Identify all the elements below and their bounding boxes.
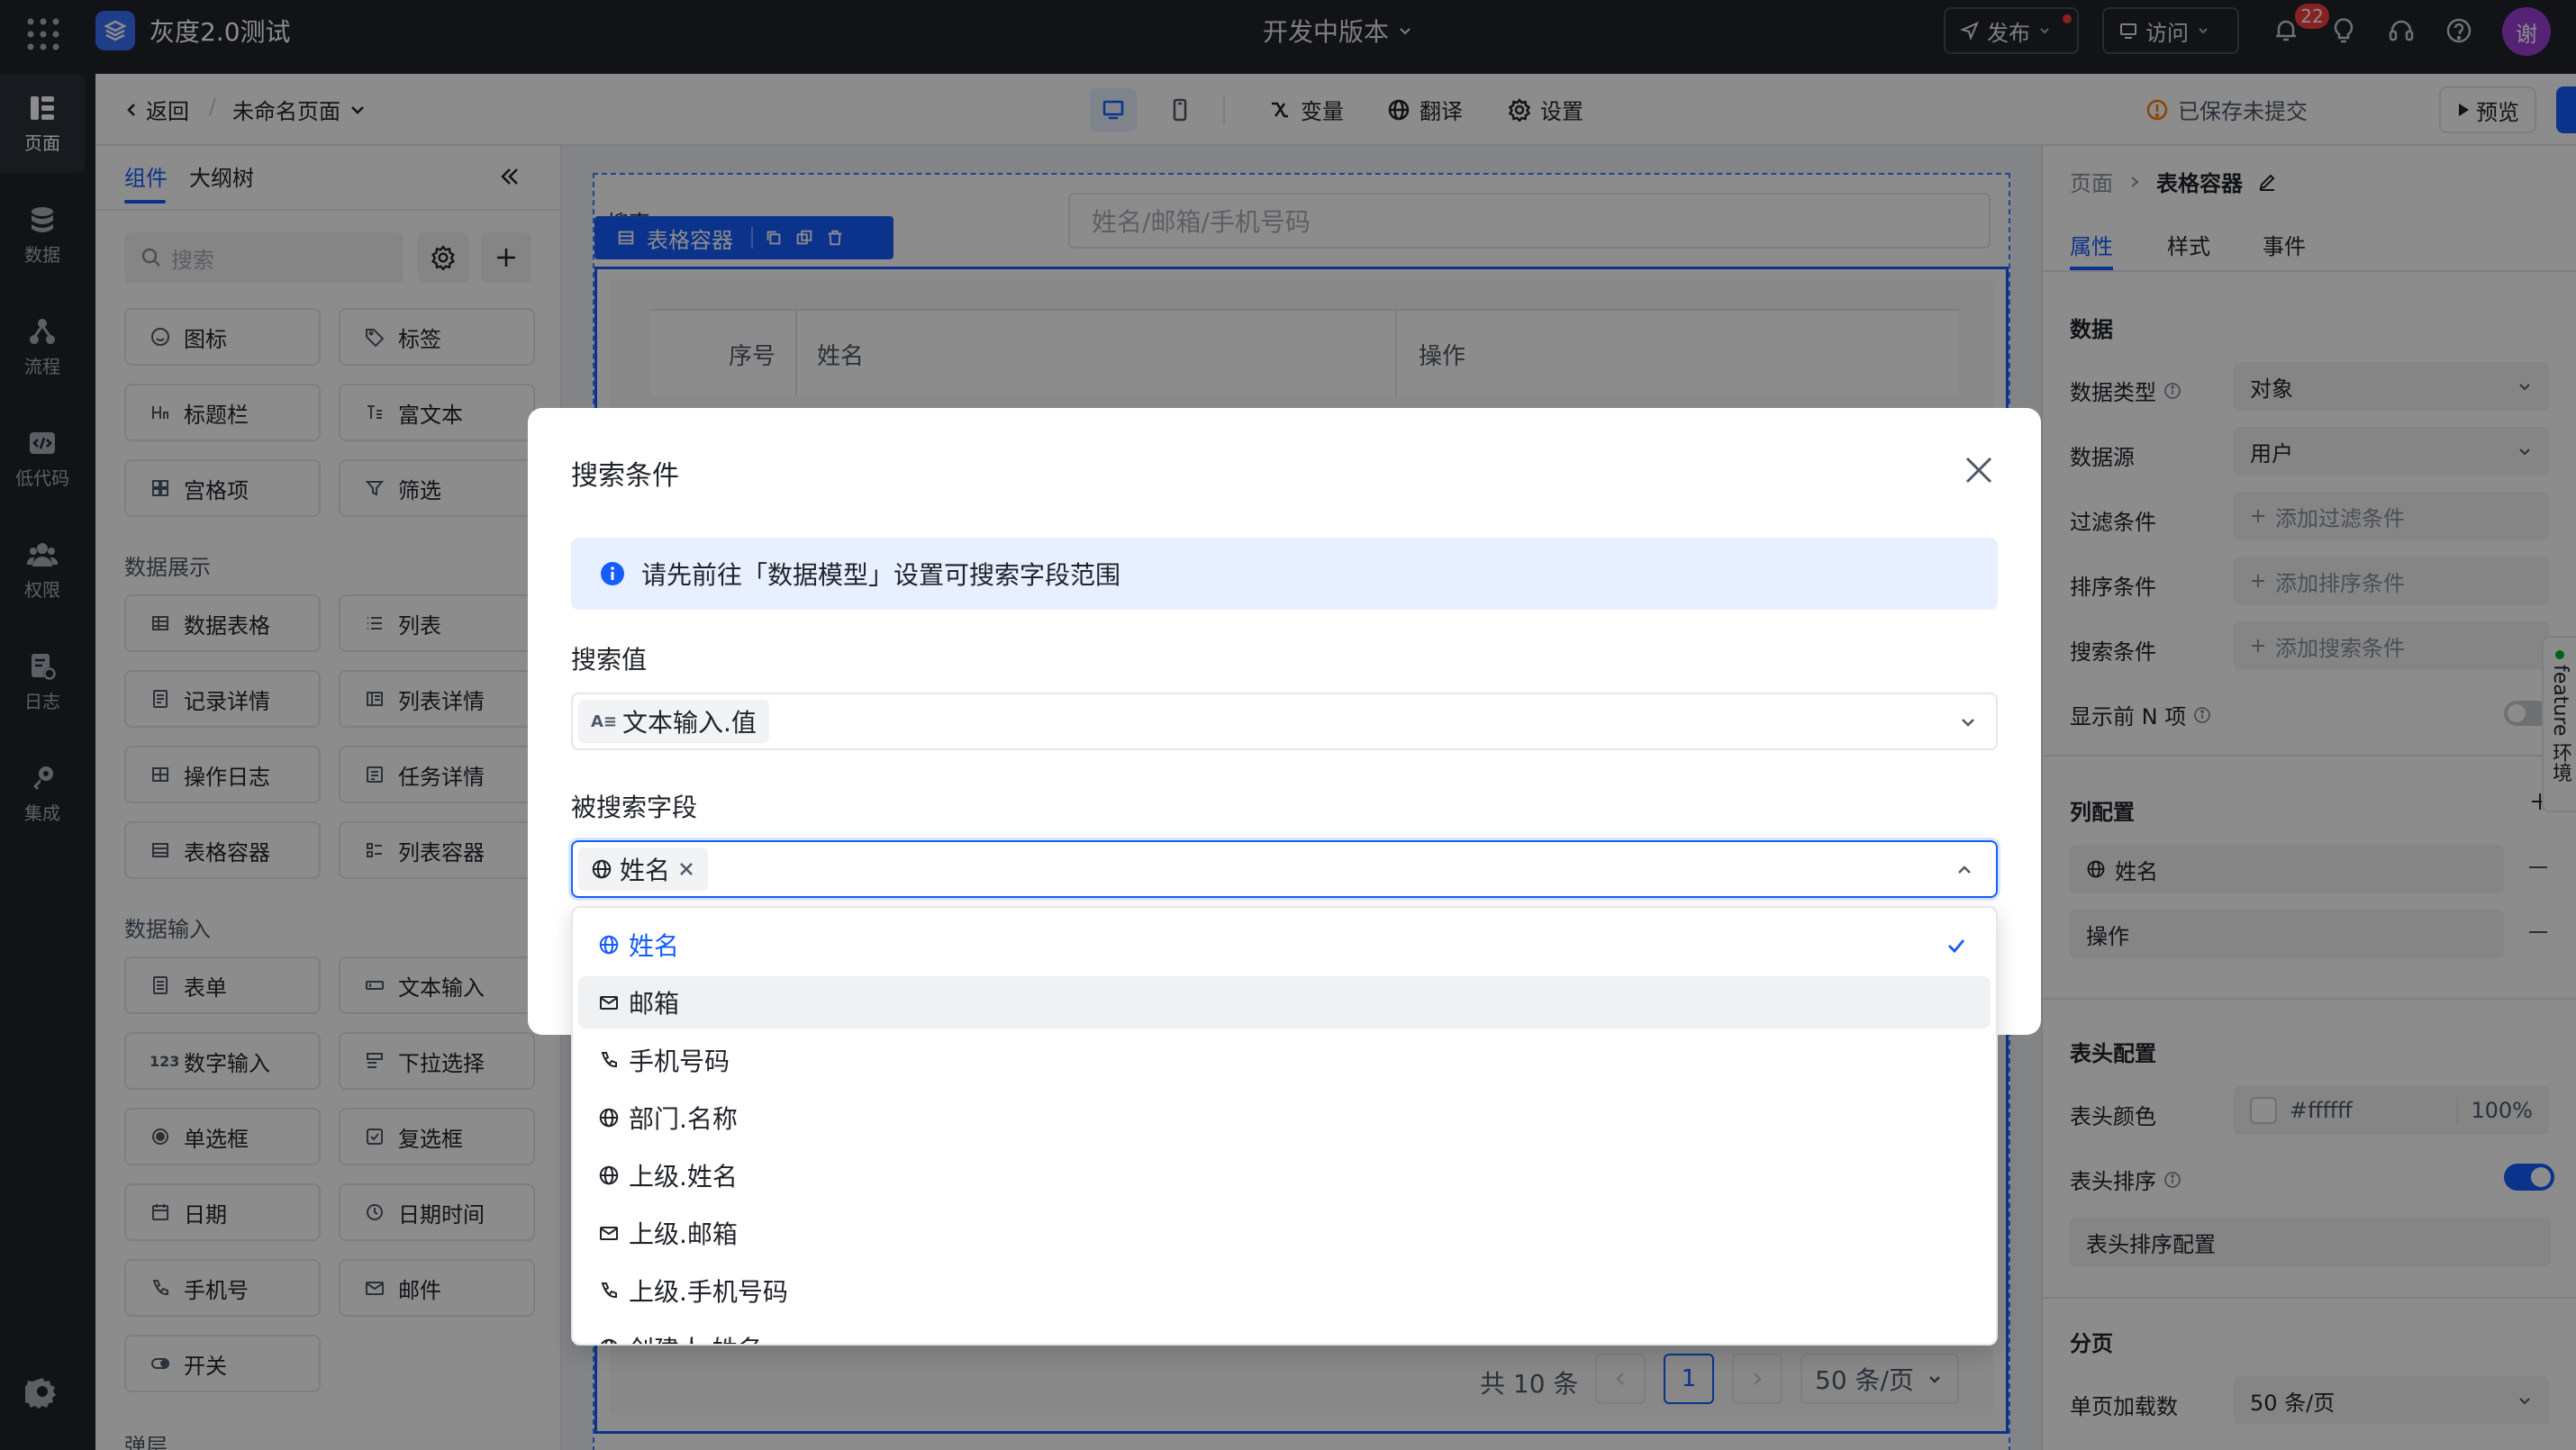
search-value-label: 搜索值: [571, 645, 648, 675]
searched-fields-label: 被搜索字段: [571, 793, 698, 822]
globe-icon: [601, 1338, 617, 1344]
chevron-down-icon: [1962, 719, 1974, 727]
text-field-icon: A≡: [591, 711, 618, 731]
option-label: 部门.名称: [629, 1104, 738, 1134]
modal-title: 搜索条件: [571, 460, 679, 492]
remove-tag-icon[interactable]: [677, 860, 695, 878]
info-text: 请先前往「数据模型」设置可搜索字段范围: [641, 560, 1121, 590]
mail-icon: [600, 996, 618, 1010]
chevron-up-icon: [1958, 865, 1971, 874]
globe-icon: [592, 859, 612, 879]
search-value-select[interactable]: A≡ 文本输入.值: [571, 693, 1998, 750]
option-label: 邮箱: [629, 989, 680, 1019]
searched-fields-select[interactable]: 姓名: [571, 840, 1998, 898]
dropdown-option[interactable]: 上级.邮箱: [578, 1207, 1991, 1259]
dropdown-option[interactable]: 邮箱: [578, 976, 1991, 1029]
option-label: 上级.邮箱: [629, 1219, 738, 1249]
close-icon[interactable]: [1962, 453, 1996, 487]
info-icon: [601, 562, 624, 585]
option-label: 创建人.姓名: [629, 1330, 763, 1344]
search-value-tag: A≡ 文本输入.值: [578, 700, 769, 743]
option-label: 上级.手机号码: [629, 1277, 788, 1307]
dropdown-option[interactable]: 姓名: [578, 919, 1991, 971]
dropdown-option[interactable]: 上级.姓名: [578, 1149, 1991, 1201]
dropdown-option[interactable]: 手机号码: [578, 1034, 1991, 1086]
field-dropdown: 姓名 邮箱 手机号码 部门.名称 上级.姓名 上级.邮箱 上级.手机号码 创建人…: [571, 906, 1998, 1346]
check-icon: [1948, 939, 1965, 954]
selected-field-tag: 姓名: [578, 847, 709, 891]
phone-icon: [601, 1282, 617, 1299]
globe-icon: [599, 1108, 619, 1128]
info-banner: 请先前往「数据模型」设置可搜索字段范围: [571, 538, 1998, 610]
option-label: 上级.姓名: [629, 1162, 738, 1192]
dropdown-option[interactable]: 部门.名称: [578, 1092, 1991, 1144]
dropdown-option[interactable]: 创建人.姓名: [578, 1322, 1991, 1344]
option-label: 手机号码: [629, 1047, 730, 1076]
tag-label: 文本输入.值: [622, 708, 757, 738]
dropdown-option[interactable]: 上级.手机号码: [578, 1264, 1991, 1317]
globe-icon: [599, 935, 619, 955]
tag-label: 姓名: [620, 856, 671, 885]
option-label: 姓名: [629, 931, 680, 961]
globe-icon: [599, 1165, 619, 1185]
mail-icon: [600, 1227, 618, 1240]
phone-icon: [601, 1052, 617, 1068]
